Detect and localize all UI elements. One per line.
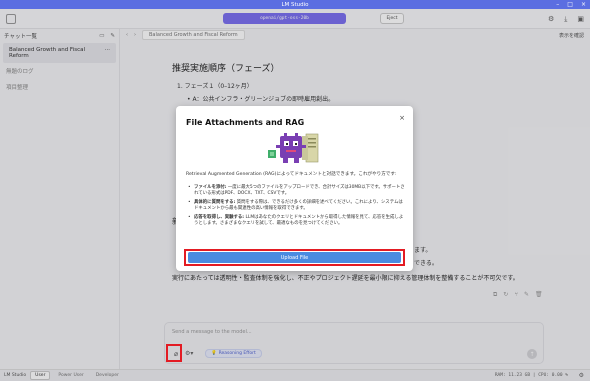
instruction-heading: ファイルを添付: <box>194 185 227 190</box>
upload-file-label: Upload File <box>280 254 309 261</box>
modal-description: Retrieval Augmented Generation (RAG)によって… <box>186 172 397 177</box>
instruction-heading: 応答を取得し、実験する: <box>194 214 245 220</box>
maximize-icon[interactable]: □ <box>567 1 573 8</box>
upload-file-button[interactable]: Upload File <box>188 252 401 263</box>
close-window-icon[interactable]: × <box>581 1 586 8</box>
modal-title: File Attachments and RAG <box>186 118 305 127</box>
instruction-item: 具体的に質問をする: 質問をする際は、できるだけ多くの詳細を述べてください。これ… <box>188 200 406 212</box>
robot-documents-illustration <box>268 133 319 163</box>
instruction-item: ファイルを添付: 一度に最大5つのファイルをアップロードでき、合計サイズは30M… <box>188 185 406 197</box>
close-icon[interactable]: × <box>399 114 405 122</box>
rag-modal: File Attachments and RAG × Retrieval Aug… <box>176 106 413 271</box>
instruction-item: 応答を取得し、実験する: LLMはあなたのクエリとドキュメントから取得した情報を… <box>188 215 406 227</box>
minimize-icon[interactable]: – <box>556 1 559 8</box>
attach-highlight-box <box>166 344 182 362</box>
instruction-list: ファイルを添付: 一度に最大5つのファイルをアップロードでき、合計サイズは30M… <box>188 185 406 230</box>
window-title: LM Studio <box>281 1 309 8</box>
instruction-heading: 具体的に質問をする: <box>194 199 236 205</box>
title-bar: LM Studio – □ × <box>0 0 590 9</box>
